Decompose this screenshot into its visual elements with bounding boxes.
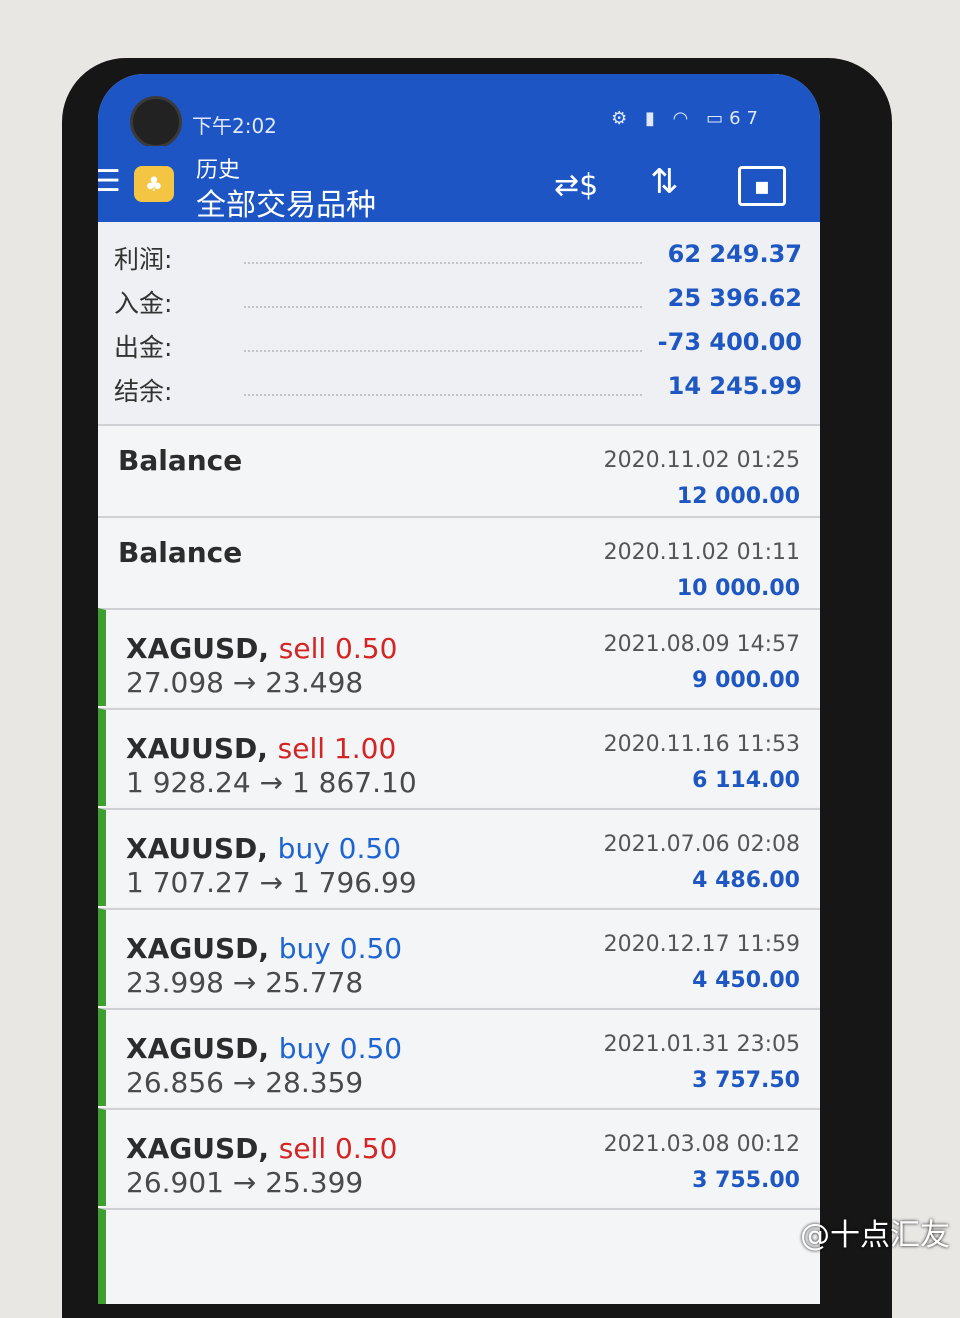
trade-prices: 26.901 → 25.399: [126, 1166, 364, 1199]
wifi-icon: ◠: [672, 108, 695, 129]
trade-row[interactable]: XAUUSD, sell 1.00 1 928.24 → 1 867.10 20…: [98, 708, 820, 806]
trade-profit: 9 000.00: [692, 668, 800, 693]
trade-symbol: XAUUSD,: [126, 832, 268, 865]
trade-date: 2021.08.09 14:57: [603, 632, 800, 657]
summary-withdrawal: 出金: -73 400.00: [114, 328, 802, 362]
trade-date: 2021.07.06 02:08: [603, 832, 800, 857]
trade-profit: 4 450.00: [692, 968, 800, 993]
trade-symbol: XAGUSD,: [126, 932, 270, 965]
trade-date: 2020.11.16 11:53: [603, 732, 800, 757]
trade-row[interactable]: XAGUSD, buy 0.50 26.856 → 28.359 2021.01…: [98, 1008, 820, 1106]
app-screen: 下午2:02 ⚙ ▮ ◠ ▭67 ☰ ♣ 历史 全部交易品种 ⇄$ ⇅ ▪ 利润…: [98, 74, 820, 1304]
trade-profit: 3 755.00: [692, 1168, 800, 1193]
trade-date: 2021.01.31 23:05: [603, 1032, 800, 1057]
battery-icon: ▭67: [706, 108, 764, 129]
trade-side: sell 1.00: [277, 732, 397, 765]
trade-profit: 6 114.00: [692, 768, 800, 793]
watermark: @十点汇友: [800, 1218, 950, 1253]
trade-profit: 3 757.50: [692, 1068, 800, 1093]
trade-prices: 27.098 → 23.498: [126, 666, 364, 699]
summary-deposit: 入金: 25 396.62: [114, 284, 802, 318]
trade-profit: 4 486.00: [692, 868, 800, 893]
summary-balance: 结余: 14 245.99: [114, 372, 802, 406]
trade-symbol: XAUUSD,: [126, 732, 268, 765]
trade-row[interactable]: XAGUSD, sell 0.50 26.901 → 25.399 2021.0…: [98, 1108, 820, 1206]
status-bar: 下午2:02 ⚙ ▮ ◠ ▭67: [98, 74, 820, 148]
trade-side: buy 0.50: [278, 932, 403, 965]
app-bar: ☰ ♣ 历史 全部交易品种 ⇄$ ⇅ ▪: [98, 146, 820, 224]
trade-symbol: XAGUSD,: [126, 632, 270, 665]
trade-prices: 23.998 → 25.778: [126, 966, 364, 999]
trade-prices: 26.856 → 28.359: [126, 1066, 364, 1099]
front-camera: [130, 96, 182, 148]
trade-row[interactable]: XAGUSD, sell 0.50 27.098 → 23.498 2021.0…: [98, 608, 820, 706]
status-icons: ⚙ ▮ ◠ ▭67: [611, 108, 764, 129]
balance-row[interactable]: Balance 2020.11.02 01:11 10 000.00: [98, 516, 820, 616]
trade-prices: 1 707.27 → 1 796.99: [126, 866, 417, 899]
trade-side: sell 0.50: [278, 1132, 398, 1165]
calendar-icon[interactable]: ▪: [738, 166, 786, 206]
settings-icon: ⚙: [611, 108, 634, 129]
balance-row[interactable]: Balance 2020.11.02 01:25 12 000.00: [98, 424, 820, 524]
history-summary: 利润: 62 249.37 入金: 25 396.62 出金: -73 400.…: [98, 222, 820, 424]
symbol-filter[interactable]: 全部交易品种: [196, 180, 376, 224]
status-time: 下午2:02: [192, 114, 277, 138]
trade-row[interactable]: XAUUSD, buy 0.50 1 707.27 → 1 796.99 202…: [98, 808, 820, 906]
trade-side: buy 0.50: [278, 1032, 403, 1065]
trade-row[interactable]: [98, 1208, 820, 1304]
hamburger-icon[interactable]: ☰: [98, 164, 121, 199]
trade-date: 2021.03.08 00:12: [603, 1132, 800, 1157]
trade-row[interactable]: XAGUSD, buy 0.50 23.998 → 25.778 2020.12…: [98, 908, 820, 1006]
signal-icon: ▮: [644, 108, 661, 129]
trade-symbol: XAGUSD,: [126, 1132, 270, 1165]
currency-exchange-icon[interactable]: ⇄$: [554, 168, 598, 203]
app-logo: ♣: [134, 166, 174, 202]
trade-date: 2020.12.17 11:59: [603, 932, 800, 957]
trade-symbol: XAGUSD,: [126, 1032, 270, 1065]
trade-side: sell 0.50: [278, 632, 398, 665]
sort-icon[interactable]: ⇅: [650, 162, 679, 202]
summary-profit: 利润: 62 249.37: [114, 240, 802, 274]
trade-side: buy 0.50: [277, 832, 402, 865]
trade-prices: 1 928.24 → 1 867.10: [126, 766, 417, 799]
